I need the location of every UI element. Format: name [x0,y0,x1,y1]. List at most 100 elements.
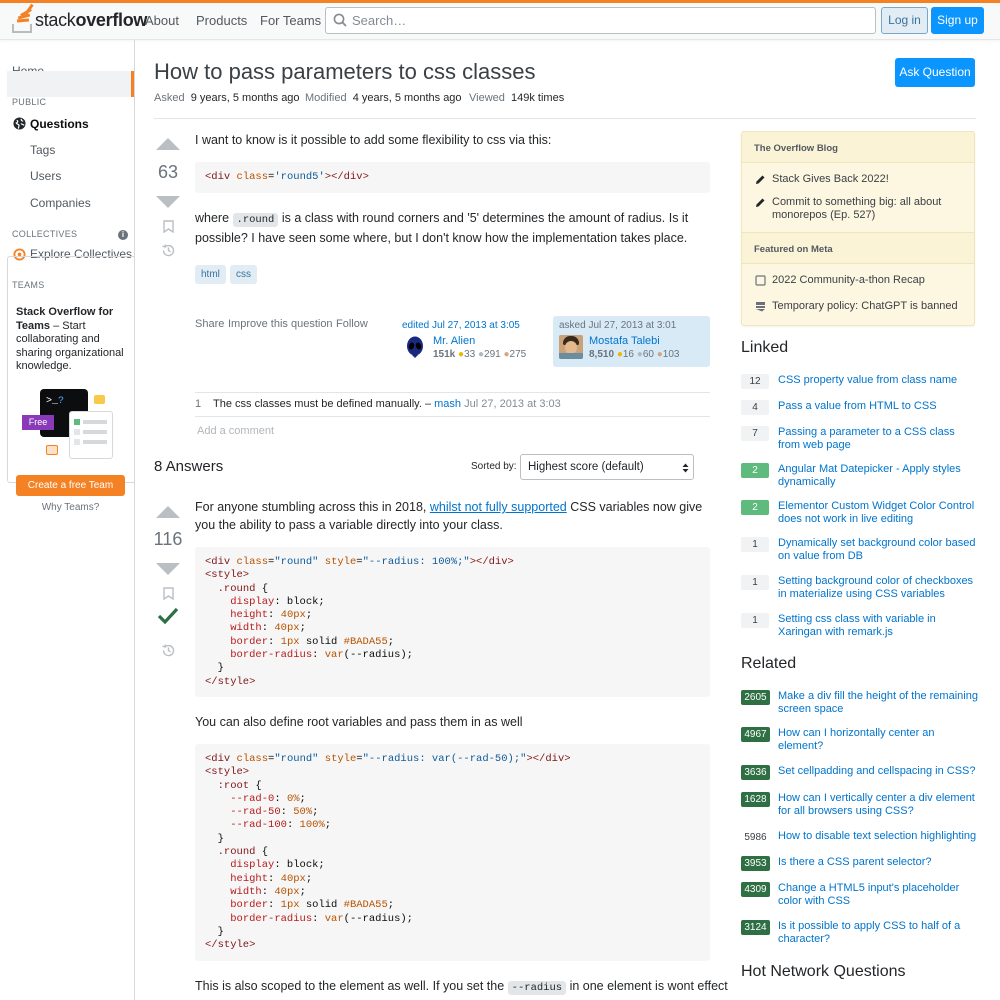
share-link[interactable]: Share [195,318,224,330]
meta-item-1[interactable]: 2022 Community-a-thon Recap [772,274,972,287]
blog-item-1[interactable]: Stack Gives Back 2022! [772,173,972,186]
sort-arrows-icon [682,463,689,473]
related-question-link[interactable]: How can I horizontally center an element… [778,727,978,753]
sort-select-value: Highest score (default) [528,461,644,473]
related-heading: Related [741,655,797,672]
nav-companies[interactable]: Companies [30,196,91,210]
page-title[interactable]: How to pass parameters to css classes [154,59,535,85]
nav-for-teams[interactable]: For Teams [260,13,321,28]
related-count: 4967 [741,727,770,742]
related-question-link[interactable]: Is it possible to apply CSS to half of a… [778,920,978,946]
downvote-button[interactable] [156,196,180,208]
tag-css[interactable]: css [230,265,257,284]
comment-user[interactable]: mash [434,398,461,410]
linked-question-link[interactable]: Elementor Custom Widget Color Control do… [778,500,978,526]
collectives-heading: COLLECTIVES [12,229,78,239]
related-question-link[interactable]: How to disable text selection highlighti… [778,830,978,843]
answer-code-block-1: <div class="round" style="--radius: 100%… [195,547,710,697]
related-question-link[interactable]: Set cellpadding and cellspacing in CSS? [778,765,978,778]
search-input[interactable] [352,10,852,31]
related-count: 5986 [744,832,767,843]
linked-question-link[interactable]: Dynamically set background color based o… [778,537,978,563]
stackoverflow-logo[interactable]: stackoverflow [12,3,147,33]
linked-count: 1 [741,613,769,628]
nav-questions-active[interactable] [7,71,134,97]
answer-downvote-button[interactable] [156,563,180,575]
linked-count: 1 [741,575,769,590]
globe-icon [13,117,26,130]
follow-link[interactable]: Follow [336,318,368,330]
history-icon[interactable] [161,243,176,258]
related-question-link[interactable]: How can I vertically center a div elemen… [778,792,978,818]
search-box [325,7,876,34]
related-count: 3124 [741,920,770,935]
linked-question-link[interactable]: Setting background color of checkboxes i… [778,575,978,601]
blog-item-2[interactable]: Commit to something big: all about monor… [772,196,972,222]
whilst-not-fully-supported-link[interactable]: whilst not fully supported [430,500,567,514]
bookmark-icon[interactable] [163,220,174,233]
tag-html[interactable]: html [195,265,226,284]
linked-count: 4 [741,400,769,415]
answer-bookmark-icon[interactable] [163,587,174,600]
edited-timestamp[interactable]: edited Jul 27, 2013 at 3:05 [402,320,520,331]
linked-question-link[interactable]: Passing a parameter to a CSS class from … [778,426,978,452]
stack-exchange-icon [756,302,765,312]
nav-questions[interactable]: Questions [30,117,89,131]
teams-promo-text: Stack Overflow for Teams – Start collabo… [16,306,128,374]
linked-heading: Linked [741,339,789,356]
sort-select[interactable]: Highest score (default) [520,454,694,480]
add-comment-link[interactable]: Add a comment [197,425,274,437]
linked-count: 2 [741,463,769,478]
asker-name[interactable]: Mostafa Talebi [589,335,660,347]
pencil-icon [756,175,765,184]
editor-avatar[interactable] [405,336,425,358]
editor-name[interactable]: Mr. Alien [433,335,475,347]
create-team-button[interactable]: Create a free Team [16,475,125,496]
meta-item-2[interactable]: Temporary policy: ChatGPT is banned [772,300,972,313]
linked-count: 12 [741,374,769,389]
pencil-icon [756,198,765,207]
signup-button[interactable]: Sign up [931,7,984,34]
login-button[interactable]: Log in [881,7,928,34]
linked-count: 2 [741,500,769,515]
linked-question-link[interactable]: Pass a value from HTML to CSS [778,400,978,413]
linked-question-link[interactable]: Setting css class with variable in Xarin… [778,613,978,639]
answer-text-2: You can also define root variables and p… [195,715,523,729]
asker-reputation: 8,510 ●16 ●60 ●103 [589,349,680,360]
linked-question-link[interactable]: CSS property value from class name [778,374,978,387]
related-count: 3636 [741,765,770,780]
related-question-link[interactable]: Change a HTML5 input's placeholder color… [778,882,978,908]
related-count: 3953 [741,856,770,871]
viewed-meta: Viewed 149k times [469,92,565,104]
related-question-link[interactable]: Make a div fill the height of the remain… [778,690,978,716]
linked-question-link[interactable]: Angular Mat Datepicker - Apply styles dy… [778,463,978,489]
answer-vote-count: 116 [153,529,183,549]
comments-top-divider [195,392,710,393]
inline-code-radius: --radius [507,981,567,995]
comment-score: 1 [195,398,202,410]
nav-products[interactable]: Products [196,13,247,28]
meta-post-icon [755,275,766,286]
ask-question-button[interactable]: Ask Question [895,58,975,87]
question-text-2: where .round is a class with round corne… [195,211,689,245]
editor-reputation: 151k ●33 ●291 ●275 [433,349,527,360]
upvote-button[interactable] [156,138,180,150]
nav-users[interactable]: Users [30,169,61,183]
nav-tags[interactable]: Tags [30,143,55,157]
nav-about[interactable]: About [145,13,179,28]
why-teams-link[interactable]: Why Teams? [16,502,125,513]
teams-illustration: >_? Free [22,389,114,461]
logo-icon [12,3,34,33]
question-code-block: <div class='round5'></div> [195,162,710,193]
asker-avatar[interactable] [559,335,583,359]
improve-question-link[interactable]: Improve this question [228,318,333,330]
related-question-link[interactable]: Is there a CSS parent selector? [778,856,978,869]
meta-heading: Featured on Meta [742,232,974,264]
free-badge: Free [22,415,54,430]
linked-count: 7 [741,426,769,441]
asked-timestamp: asked Jul 27, 2013 at 3:01 [559,320,677,331]
info-icon[interactable]: i [118,230,128,240]
comment: The css classes must be defined manually… [213,398,561,410]
answer-upvote-button[interactable] [156,506,180,518]
answer-history-icon[interactable] [161,643,176,658]
